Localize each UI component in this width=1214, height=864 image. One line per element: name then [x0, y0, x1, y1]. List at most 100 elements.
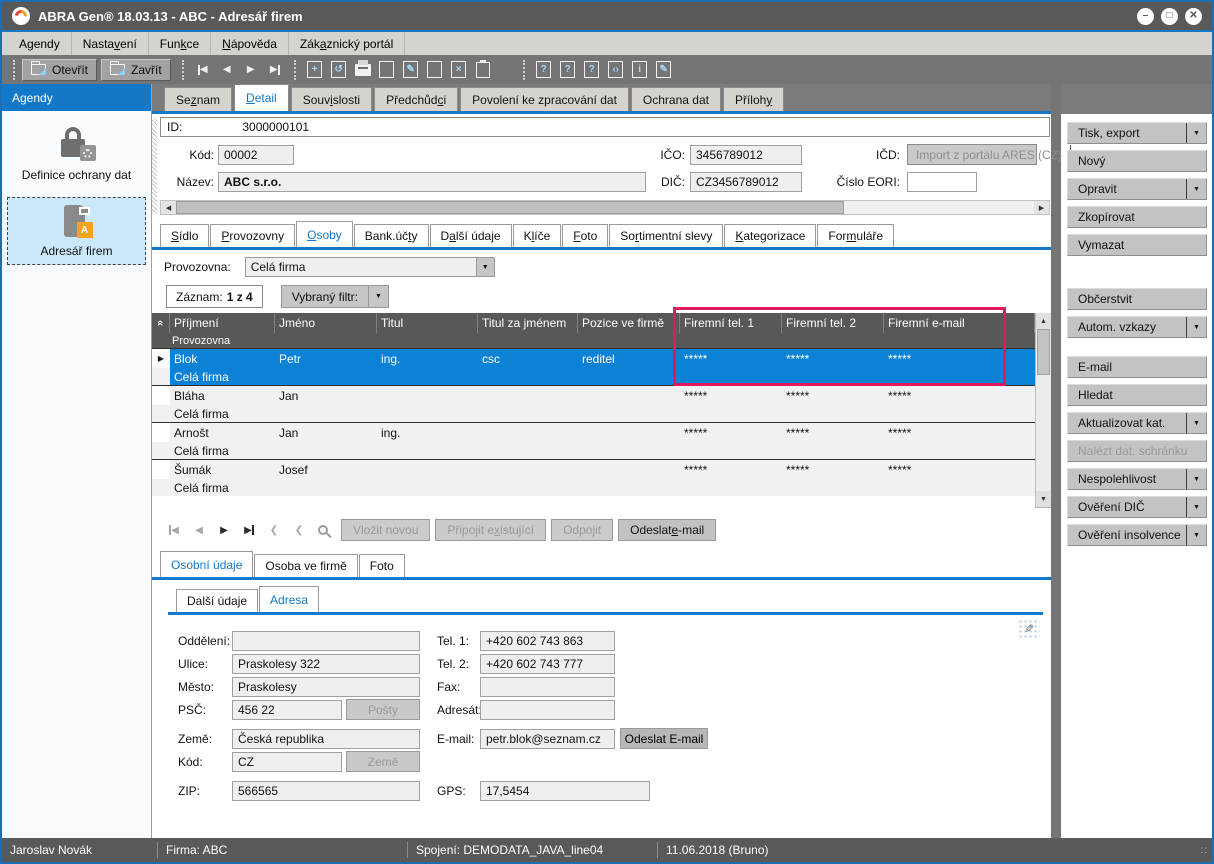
chevron-down-icon[interactable]: ▼ — [1186, 123, 1206, 143]
chevron-down-icon[interactable]: ▼ — [1186, 525, 1206, 545]
previous-person-button[interactable]: ◀ — [189, 525, 209, 536]
copy-document-icon[interactable] — [424, 59, 446, 81]
chevron-down-icon[interactable]: ▼ — [1186, 317, 1206, 337]
provozovna-select[interactable]: Celá firma ▼ — [245, 257, 495, 277]
sort-icon[interactable]: « — [152, 313, 170, 333]
tab-klice[interactable]: Klíče — [513, 224, 562, 247]
sidebar-item-adresar-firem[interactable]: A Adresář firem — [7, 197, 146, 265]
delete-document-icon[interactable]: × — [448, 59, 470, 81]
tab-seznam[interactable]: Seznam — [164, 87, 232, 111]
help-pages-icon[interactable]: ? — [581, 59, 603, 81]
zip-field[interactable]: 566565 — [232, 781, 420, 801]
detach-button[interactable]: Odpojit — [551, 519, 613, 541]
tab-bank-ucty[interactable]: Bank.účty — [354, 224, 429, 247]
column-header-tel1[interactable]: Firemní tel. 1 — [680, 313, 782, 333]
column-header-titul-za-jmenem[interactable]: Titul za jménem — [478, 313, 578, 333]
send-email-button[interactable]: Odeslat e-mail — [618, 519, 716, 541]
search-icon[interactable] — [318, 525, 328, 535]
adresat-field[interactable] — [480, 700, 615, 720]
posty-button[interactable]: Pošty — [346, 699, 420, 720]
copy-button[interactable]: Zkopírovat — [1067, 206, 1207, 228]
column-header-pozice[interactable]: Pozice ve firmě — [578, 313, 680, 333]
page-back2-button[interactable]: ❮ — [289, 525, 309, 536]
tab-povoleni-ke-zpracovani-dat[interactable]: Povolení ke zpracování dat — [460, 87, 629, 111]
window-add-icon[interactable]: + — [304, 59, 326, 81]
ares-import-button[interactable]: Import z portálu ARES (CZ) ▼ — [907, 144, 1037, 165]
open-button[interactable]: Otevřít — [22, 59, 97, 81]
new-button[interactable]: Nový — [1067, 150, 1207, 172]
auto-messages-button[interactable]: Autom. vzkazy▼ — [1067, 316, 1207, 338]
fax-field[interactable] — [480, 677, 615, 697]
splitter-handle[interactable] — [152, 118, 157, 214]
tab-osoba-ve-firme[interactable]: Osoba ve firmě — [254, 554, 357, 577]
tab-ochrana-dat[interactable]: Ochrana dat — [631, 87, 721, 111]
edit-button[interactable]: Opravit▼ — [1067, 178, 1207, 200]
tab-predchudci[interactable]: Předchůdci — [374, 87, 458, 111]
table-row[interactable]: Šumák Josef ***** ***** ***** Celá firma — [152, 459, 1035, 496]
column-header-jmeno[interactable]: Jméno — [275, 313, 377, 333]
table-row[interactable]: Bláha Jan ***** ***** ***** Celá firma — [152, 385, 1035, 422]
eori-field[interactable] — [907, 172, 977, 192]
tab-sidlo[interactable]: Sídlo — [160, 224, 209, 247]
tab-sortimentni-slevy[interactable]: Sortimentní slevy — [609, 224, 723, 247]
next-person-button[interactable]: ▶ — [214, 525, 234, 536]
column-header-tel2[interactable]: Firemní tel. 2 — [782, 313, 884, 333]
tel1-field[interactable]: +420 602 743 863 — [480, 631, 615, 651]
tab-detail[interactable]: Detail — [234, 84, 289, 111]
context-help-icon[interactable]: ? — [557, 59, 579, 81]
ico-field[interactable]: 3456789012 — [690, 145, 802, 165]
scrollbar-track[interactable] — [844, 201, 1034, 214]
chevron-down-icon[interactable]: ▼ — [1186, 179, 1206, 199]
tab-dalsi-udaje-person[interactable]: Další údaje — [176, 589, 258, 612]
vertical-scrollbar[interactable]: ▲ ▼ — [1035, 313, 1051, 507]
kod-field[interactable]: 00002 — [218, 145, 294, 165]
zeme-button[interactable]: Země — [346, 751, 420, 772]
selected-filter-button[interactable]: Vybraný filtr: ▼ — [281, 285, 389, 308]
resize-grip-icon[interactable]: :: — [1200, 845, 1208, 856]
tab-formulare[interactable]: Formuláře — [817, 224, 894, 247]
email-field[interactable]: petr.blok@seznam.cz — [480, 729, 615, 749]
horizontal-scrollbar[interactable]: ◀ ▶ — [160, 200, 1050, 215]
scroll-right-icon[interactable]: ▶ — [1034, 201, 1049, 214]
mesto-field[interactable]: Praskolesy — [232, 677, 420, 697]
tab-prilohy[interactable]: Přílohy — [723, 87, 784, 111]
info-icon[interactable]: i — [629, 59, 651, 81]
edit-document-icon[interactable]: ✎ — [400, 59, 422, 81]
oddeleni-field[interactable] — [232, 631, 420, 651]
first-person-button[interactable]: ◀ — [164, 525, 184, 536]
scrollbar-track[interactable] — [1036, 329, 1051, 491]
edit-note-icon[interactable]: ✎ — [653, 59, 675, 81]
sidebar-item-definice-ochrany-dat[interactable]: Definice ochrany dat — [7, 119, 146, 189]
tab-foto[interactable]: Foto — [562, 224, 608, 247]
tab-osoby[interactable]: Osoby — [296, 221, 353, 247]
panel-splitter[interactable] — [1051, 84, 1061, 838]
kod-zeme-field[interactable]: CZ — [232, 752, 342, 772]
minimize-button[interactable]: – — [1137, 8, 1154, 25]
menu-funkce[interactable]: Funkce — [149, 32, 211, 55]
next-record-button[interactable]: ▶ — [240, 59, 262, 81]
refresh-button[interactable]: Občerstvit — [1067, 288, 1207, 310]
menu-napoveda[interactable]: Nápověda — [211, 32, 289, 55]
gps-field[interactable]: 17,5454 — [480, 781, 650, 801]
column-header-titul[interactable]: Titul — [377, 313, 478, 333]
scrollbar-thumb[interactable] — [176, 201, 844, 214]
chevron-down-icon[interactable]: ▼ — [1186, 413, 1206, 433]
delete-button[interactable]: Vymazat — [1067, 234, 1207, 256]
column-header-prijmeni[interactable]: Příjmení — [170, 313, 275, 333]
code-help-icon[interactable]: ‹› — [605, 59, 627, 81]
last-person-button[interactable]: ▶ — [239, 525, 259, 536]
print-icon[interactable] — [352, 59, 374, 81]
scroll-left-icon[interactable]: ◀ — [161, 201, 176, 214]
tab-kategorizace[interactable]: Kategorizace — [724, 224, 816, 247]
tab-adresa[interactable]: Adresa — [259, 586, 319, 612]
menu-zakaznicky-portal[interactable]: Zákaznický portál — [289, 32, 405, 55]
tab-foto-person[interactable]: Foto — [359, 554, 405, 577]
scroll-up-icon[interactable]: ▲ — [1036, 313, 1051, 329]
insert-new-button[interactable]: Vložit novou — [341, 519, 430, 541]
clipboard-icon[interactable] — [472, 59, 494, 81]
menu-agendy[interactable]: Agendy — [8, 32, 72, 55]
close-button[interactable]: ✕ — [1185, 8, 1202, 25]
scrollbar-thumb[interactable] — [1037, 329, 1050, 375]
close-agenda-button[interactable]: Zavřít — [101, 59, 171, 81]
menu-nastaveni[interactable]: Nastavení — [72, 32, 149, 55]
